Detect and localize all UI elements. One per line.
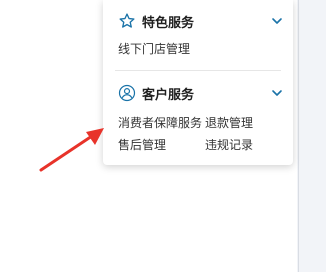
featured-services-header[interactable]: 特色服务	[118, 10, 283, 32]
customer-services-title: 客户服务	[142, 87, 195, 103]
star-icon	[118, 12, 136, 30]
link-after-sales-management[interactable]: 售后管理	[118, 136, 166, 153]
customer-services-section: 客户服务 消费者保障服务 退款管理 售后管理 违规记录	[103, 72, 293, 165]
link-violation-records[interactable]: 违规记录	[205, 136, 253, 153]
featured-services-title: 特色服务	[142, 15, 195, 31]
user-icon	[118, 84, 136, 102]
right-side-divider	[298, 0, 299, 272]
customer-services-header[interactable]: 客户服务	[118, 82, 283, 104]
chevron-down-icon[interactable]	[271, 15, 283, 27]
link-consumer-protection-service[interactable]: 消费者保障服务	[118, 114, 202, 131]
services-dropdown-panel: 特色服务 线下门店管理 客户服务 消费者保障服务 退款管理 售后管理 违规记录	[103, 0, 293, 165]
link-offline-store-management[interactable]: 线下门店管理	[118, 40, 190, 57]
annotation-arrow-icon	[39, 128, 104, 172]
section-divider	[115, 70, 281, 71]
right-side-panel	[297, 0, 326, 272]
link-refund-management[interactable]: 退款管理	[205, 114, 253, 131]
featured-services-section: 特色服务 线下门店管理	[103, 0, 293, 70]
chevron-down-icon[interactable]	[271, 87, 283, 99]
